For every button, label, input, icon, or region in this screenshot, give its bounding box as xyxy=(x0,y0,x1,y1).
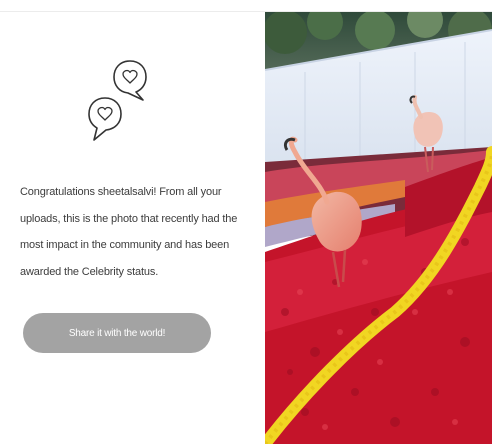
celebrity-photo[interactable] xyxy=(265,12,492,444)
celebrity-award-panel: Congratulations sheetalsalvi! From all y… xyxy=(0,12,265,444)
celebrity-message: Congratulations sheetalsalvi! From all y… xyxy=(20,186,238,278)
flamingo-flower-garden-photo xyxy=(265,12,492,444)
heart-bubble-upper-icon xyxy=(113,60,147,101)
share-button[interactable]: Share it with the world! xyxy=(23,313,211,353)
top-bar xyxy=(0,0,492,12)
heart-bubble-lower-icon xyxy=(88,97,122,141)
heart-speech-bubbles-icon xyxy=(84,52,148,156)
